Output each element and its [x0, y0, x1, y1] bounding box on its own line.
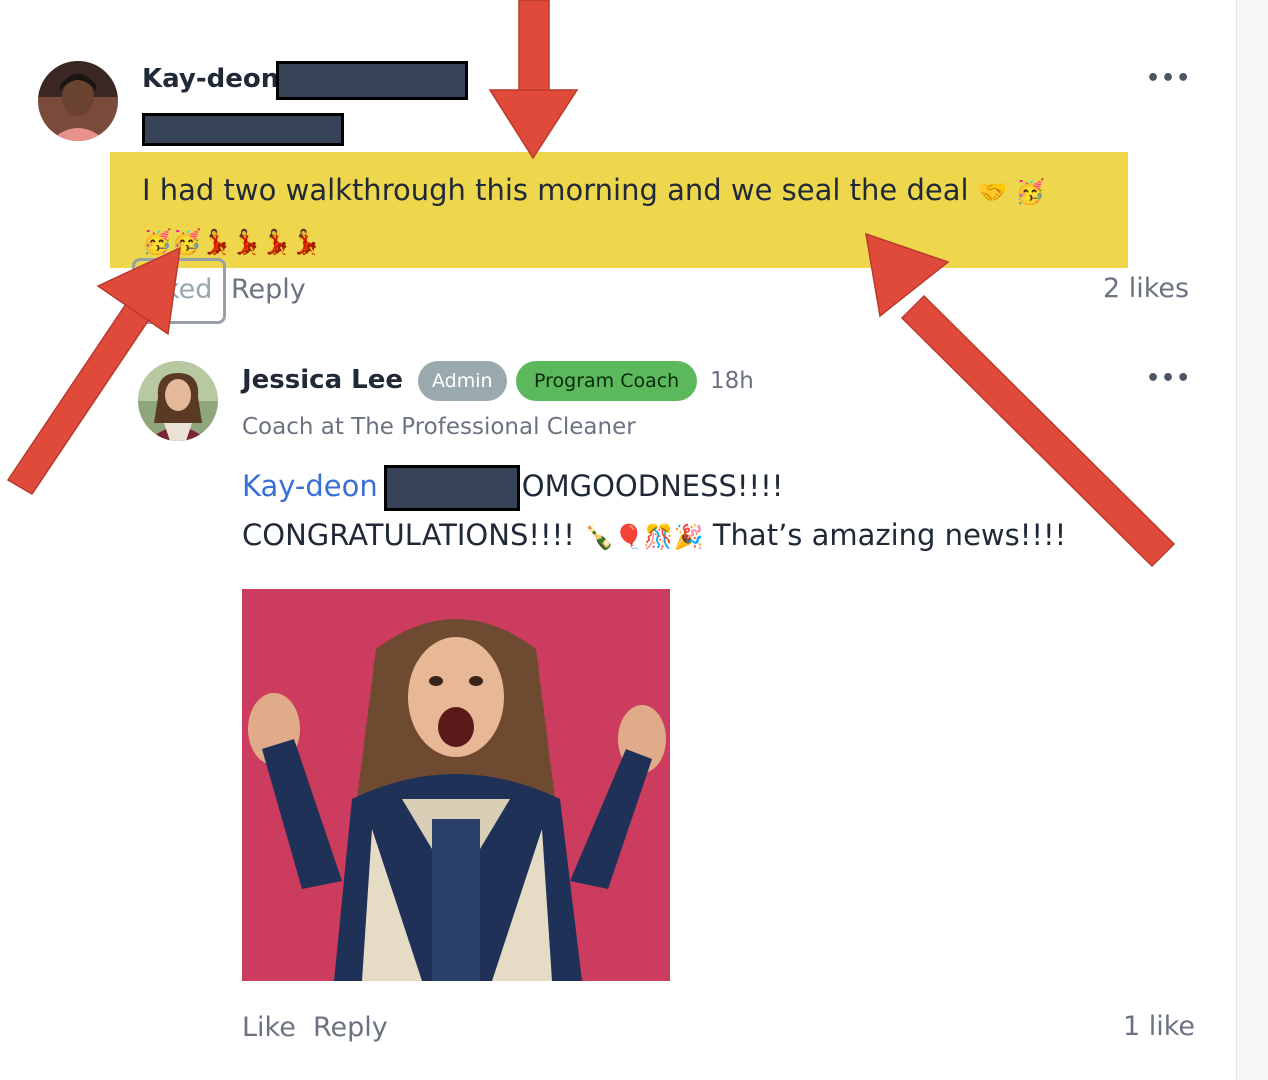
- reply-more-options-icon[interactable]: •••: [1146, 366, 1191, 391]
- admin-badge: Admin: [418, 361, 507, 401]
- reply-text-3: That’s amazing news!!!!: [712, 518, 1067, 552]
- reply-text-2: CONGRATULATIONS!!!!: [242, 518, 575, 552]
- celebration-gif[interactable]: [242, 589, 670, 981]
- comment-likes-count[interactable]: 2 likes: [1103, 273, 1189, 304]
- comment-text: I had two walkthrough this morning and w…: [142, 173, 969, 207]
- program-coach-badge: Program Coach: [516, 361, 698, 401]
- reply-reply-button[interactable]: Reply: [313, 1012, 388, 1043]
- mention-link[interactable]: Kay-deon: [242, 469, 378, 503]
- liked-button-label[interactable]: ked: [164, 274, 212, 305]
- right-scroll-rail: [1236, 0, 1268, 1080]
- reply-author-name[interactable]: Jessica Lee: [242, 365, 403, 395]
- reply-like-button[interactable]: Like: [242, 1012, 296, 1043]
- comment-more-options-icon[interactable]: •••: [1146, 66, 1191, 91]
- reply-text-1: OMGOODNESS!!!!: [521, 469, 784, 503]
- redacted-surname: [276, 61, 468, 100]
- comment-emojis-2: 🥳🥳💃💃💃💃: [142, 228, 322, 256]
- kaydeon-avatar[interactable]: [38, 61, 118, 141]
- redacted-mention-surname: [383, 465, 520, 511]
- comment-body: I had two walkthrough this morning and w…: [142, 166, 1102, 266]
- comment-reply-button[interactable]: Reply: [231, 274, 306, 305]
- reply-timestamp[interactable]: 18h: [710, 368, 754, 394]
- reply-body: Kay-deon OMGOODNESS!!!! CONGRATULATIONS!!…: [242, 462, 1142, 561]
- comment-author-name[interactable]: Kay-deon: [142, 64, 279, 94]
- reply-author-headline: Coach at The Professional Cleaner: [242, 414, 636, 440]
- reply-likes-count[interactable]: 1 like: [1123, 1011, 1195, 1042]
- reply-emojis: 🍾🎈🎊🎉: [584, 523, 704, 551]
- redacted-subtitle: [142, 113, 344, 146]
- jessica-avatar[interactable]: [138, 361, 218, 441]
- arrow-down-icon: [488, 0, 579, 160]
- comment-emojis-1: 🤝 🥳: [977, 178, 1046, 206]
